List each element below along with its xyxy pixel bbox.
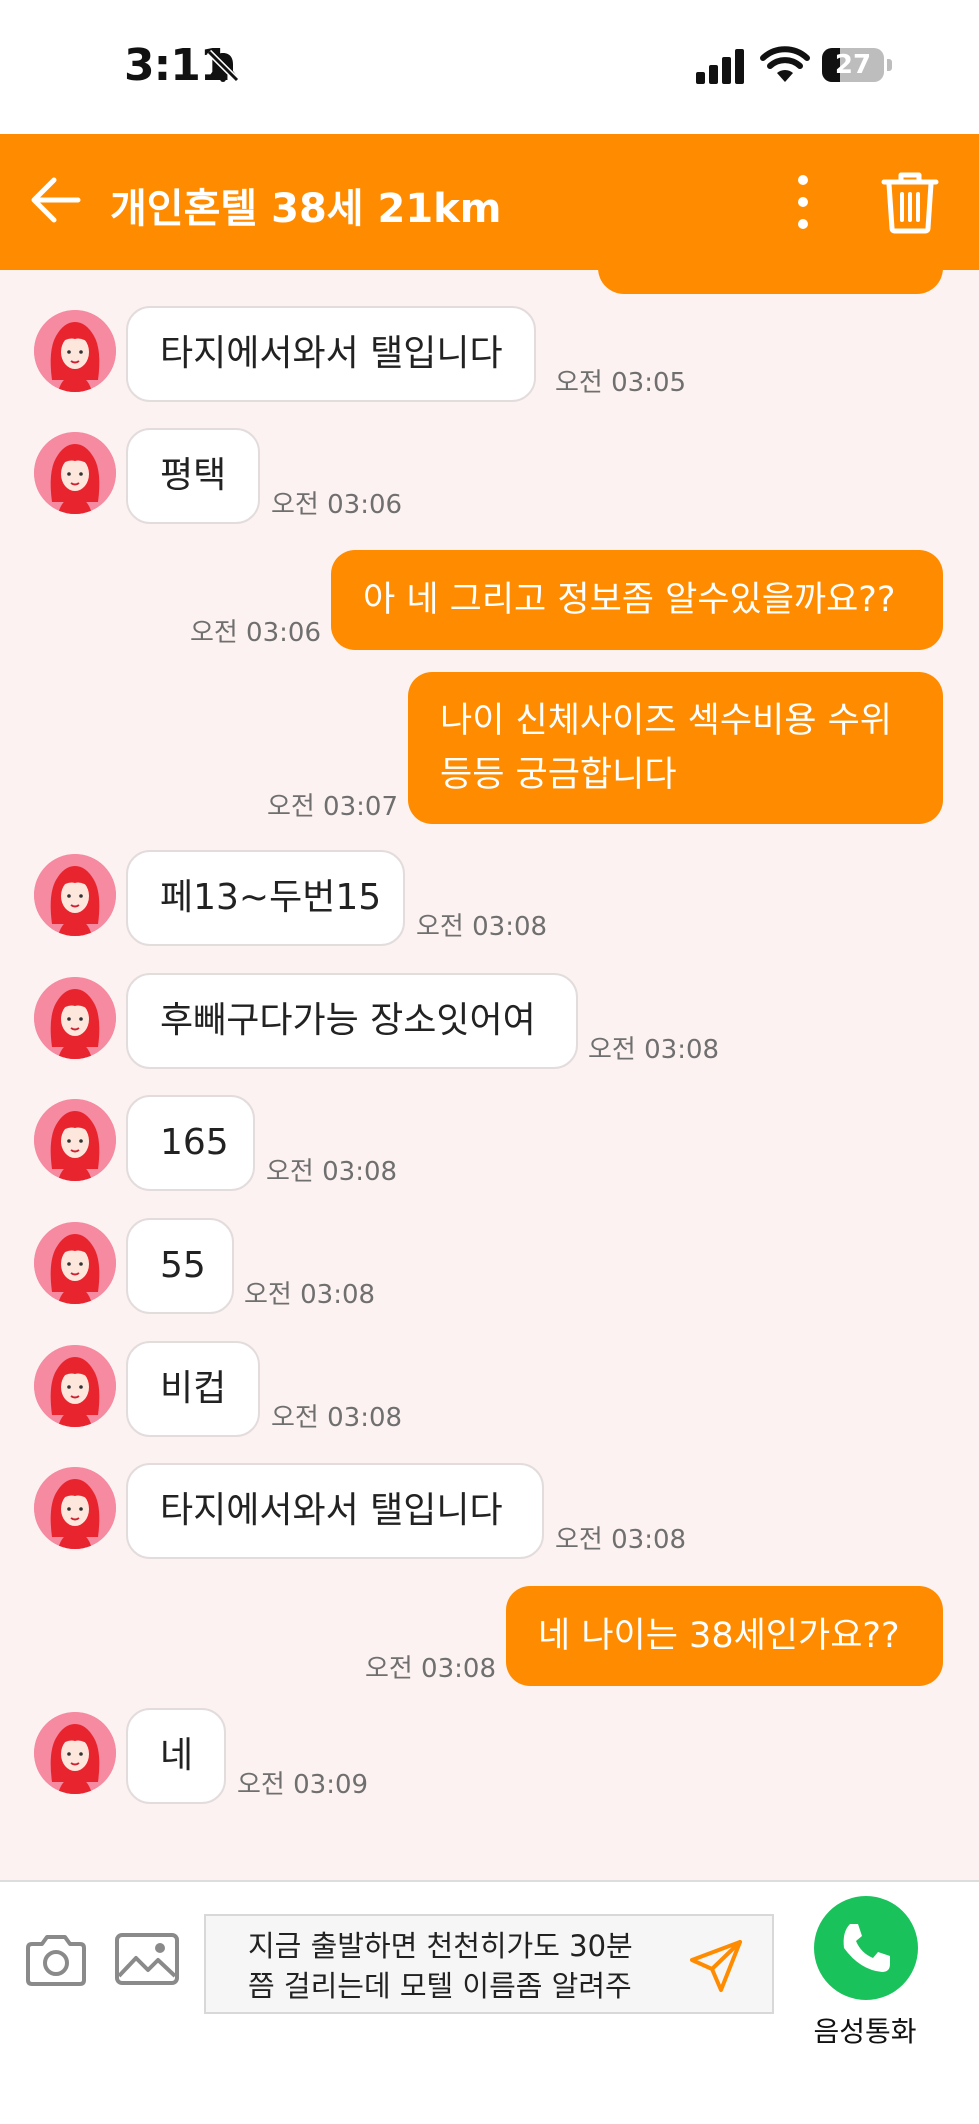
message-line: 등등 궁금합니다 xyxy=(440,755,677,795)
message-timestamp: 오전 03:08 xyxy=(266,1157,398,1187)
incoming-message-bubble[interactable]: 네 xyxy=(126,1708,226,1804)
message-timestamp: 오전 03:09 xyxy=(237,1770,369,1800)
sender-avatar[interactable] xyxy=(34,432,116,514)
partial-outgoing-bubble xyxy=(598,270,943,294)
input-line: 쯤 걸리는데 모텔 이름좀 알려주 xyxy=(248,1969,632,2003)
sender-avatar[interactable] xyxy=(34,1099,116,1181)
message-timestamp: 오전 03:08 xyxy=(555,1525,687,1555)
incoming-message-bubble[interactable]: 페13~두번15 xyxy=(126,850,405,946)
outgoing-message-bubble[interactable]: 나이 신체사이즈 섹수비용 수위등등 궁금합니다 xyxy=(408,672,943,824)
incoming-message-bubble[interactable]: 165 xyxy=(126,1095,255,1191)
incoming-message-bubble[interactable]: 후빼구다가능 장소잇어여 xyxy=(126,973,578,1069)
incoming-message-bubble[interactable]: 평택 xyxy=(126,428,260,524)
sender-avatar[interactable] xyxy=(34,1467,116,1549)
outgoing-message-bubble[interactable]: 네 나이는 38세인가요?? xyxy=(506,1586,943,1686)
message-timestamp: 오전 03:08 xyxy=(364,1654,496,1684)
sender-avatar[interactable] xyxy=(34,977,116,1059)
message-line: 나이 신체사이즈 섹수비용 수위 xyxy=(440,701,892,741)
sender-avatar[interactable] xyxy=(34,854,116,936)
more-vertical-icon[interactable] xyxy=(790,172,816,232)
outgoing-message-bubble[interactable]: 아 네 그리고 정보좀 알수있을까요?? xyxy=(331,550,943,650)
message-timestamp: 오전 03:05 xyxy=(555,368,687,398)
message-list[interactable]: 타지에서와서 탤입니다 오전 03:05 평택 오전 03:06 아 네 그리고 정보… xyxy=(0,270,979,1880)
sender-avatar[interactable] xyxy=(34,1222,116,1304)
input-line: 지금 출발하면 천천히가도 30분 xyxy=(248,1929,633,1963)
bell-slash-icon xyxy=(206,49,240,83)
wifi-icon xyxy=(760,46,810,82)
message-timestamp: 오전 03:08 xyxy=(244,1280,376,1310)
chat-title: 개인혼텔 38세 21km xyxy=(110,186,502,232)
message-input[interactable]: 지금 출발하면 천천히가도 30분 쯤 걸리는데 모텔 이름좀 알려주 xyxy=(204,1914,774,2014)
send-icon[interactable] xyxy=(688,1938,744,1994)
input-bar: 지금 출발하면 천천히가도 30분 쯤 걸리는데 모텔 이름좀 알려주 음성통화 xyxy=(0,1880,979,2124)
sender-avatar[interactable] xyxy=(34,310,116,392)
trash-icon[interactable] xyxy=(880,170,940,234)
sender-avatar[interactable] xyxy=(34,1345,116,1427)
message-timestamp: 오전 03:08 xyxy=(588,1035,720,1065)
battery-level: 27 xyxy=(834,50,872,80)
message-timestamp: 오전 03:06 xyxy=(271,490,403,520)
message-timestamp: 오전 03:08 xyxy=(416,912,548,942)
incoming-message-bubble[interactable]: 타지에서와서 탤입니다 xyxy=(126,1463,544,1559)
phone-icon xyxy=(843,1924,890,1972)
message-timestamp: 오전 03:07 xyxy=(266,792,398,822)
incoming-message-bubble[interactable]: 비컵 xyxy=(126,1341,260,1437)
message-timestamp: 오전 03:06 xyxy=(189,618,321,648)
back-arrow-icon[interactable] xyxy=(28,172,84,228)
voice-call-label: 음성통화 xyxy=(813,2015,917,2048)
sender-avatar[interactable] xyxy=(34,1712,116,1794)
status-bar: 3:11 27 xyxy=(0,0,979,134)
message-input-text: 지금 출발하면 천천히가도 30분 쯤 걸리는데 모텔 이름좀 알려주 xyxy=(248,1926,668,2006)
incoming-message-bubble[interactable]: 타지에서와서 탤입니다 xyxy=(126,306,536,402)
message-timestamp: 오전 03:08 xyxy=(271,1403,403,1433)
camera-icon[interactable] xyxy=(24,1932,88,1988)
signal-icon xyxy=(696,49,744,84)
battery-icon: 27 xyxy=(822,48,892,82)
gallery-icon[interactable] xyxy=(114,1930,180,1988)
chat-header: 개인혼텔 38세 21km xyxy=(0,134,979,270)
voice-call-button[interactable] xyxy=(814,1896,918,2000)
incoming-message-bubble[interactable]: 55 xyxy=(126,1218,234,1314)
